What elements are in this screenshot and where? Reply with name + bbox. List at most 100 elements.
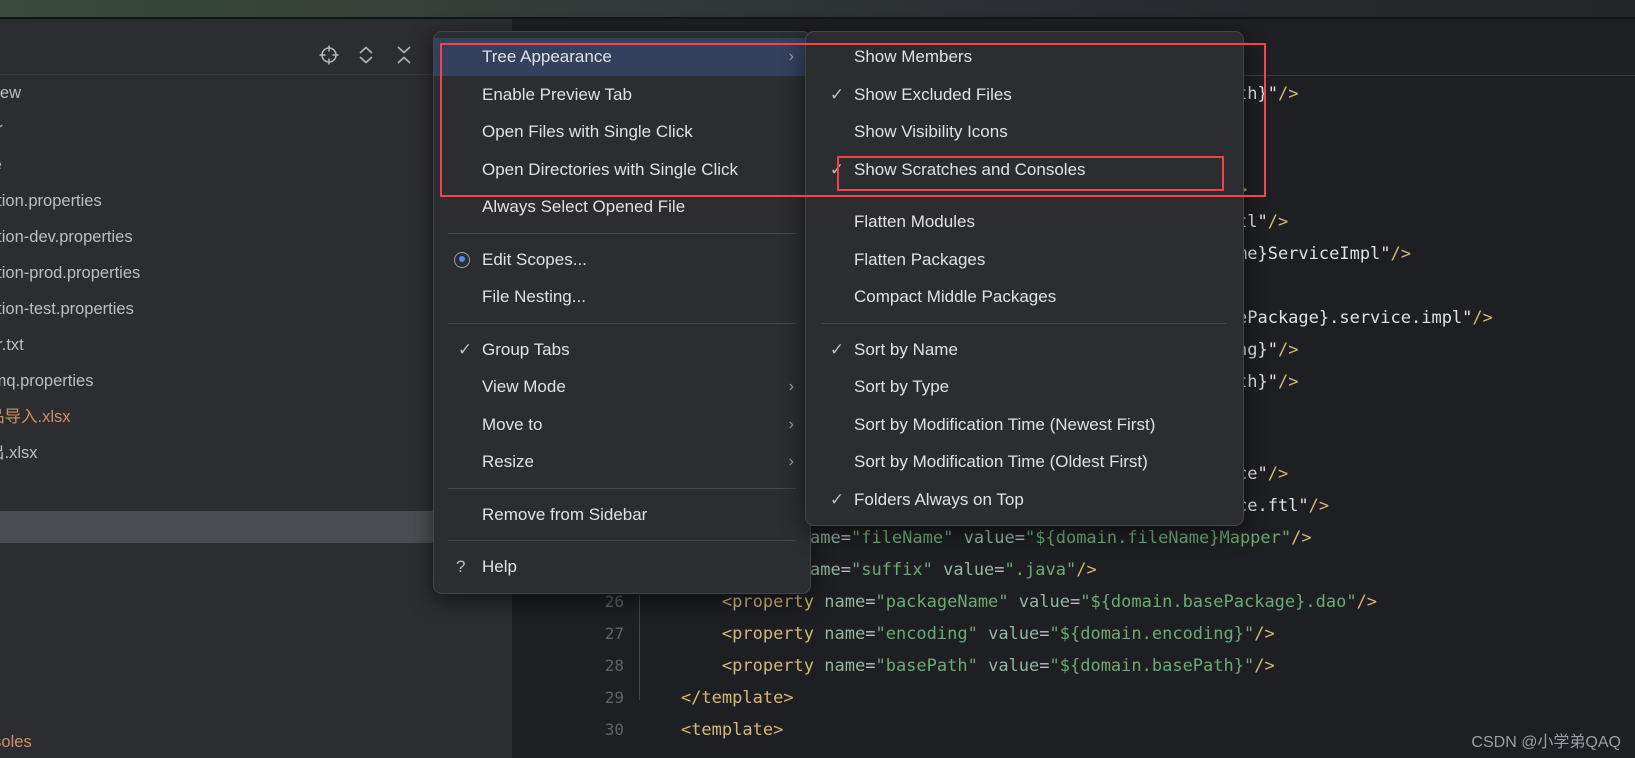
menu-item-label: Sort by Modification Time (Newest First)	[854, 414, 1156, 434]
menu-item-label: Show Scratches and Consoles	[854, 159, 1086, 179]
tree-item-label: ation.properties	[0, 192, 102, 210]
watermark-text: CSDN @小学弟QAQ	[1471, 734, 1621, 751]
line-number: 28	[604, 656, 624, 675]
menu-item-sort-by-mod-newest[interactable]: Sort by Modification Time (Newest First)	[806, 406, 1243, 444]
tree-item-label: 出.xlsx	[0, 444, 38, 462]
menu-item-flatten-packages[interactable]: Flatten Packages	[806, 241, 1243, 279]
code-line: </template>	[680, 688, 794, 708]
menu-item-label: Tree Appearance	[482, 47, 612, 66]
menu-separator	[448, 322, 796, 324]
menu-item-open-directories-single-click[interactable]: Open Directories with Single Click	[434, 151, 810, 189]
menu-item-tree-appearance[interactable]: Tree Appearance ›	[434, 38, 810, 76]
code-fragment: ce.ftl"/>	[1237, 496, 1330, 516]
menu-separator	[448, 487, 796, 489]
menu-item-edit-scopes[interactable]: Edit Scopes...	[434, 241, 810, 279]
menu-item-view-mode[interactable]: View Mode ›	[434, 368, 810, 406]
menu-separator	[448, 540, 796, 541]
menu-separator	[822, 195, 1227, 196]
menu-item-label: Show Members	[854, 47, 973, 66]
chevron-right-icon: ›	[788, 378, 794, 395]
check-icon: ✓	[457, 339, 473, 359]
menu-item-open-files-single-click[interactable]: Open Files with Single Click	[434, 113, 810, 151]
menu-item-label: Flatten Modules	[854, 212, 975, 231]
tree-appearance-submenu[interactable]: Show Members ✓ Show Excluded Files Show Vis…	[805, 31, 1244, 526]
menu-item-resize[interactable]: Resize ›	[434, 443, 810, 481]
scope-bullet-icon	[454, 251, 470, 268]
menu-item-label: Resize	[482, 452, 534, 471]
check-icon: ✓	[829, 84, 845, 104]
window-title-gradient-strip	[0, 0, 1635, 17]
line-number: 27	[604, 624, 624, 643]
code-line: <template>	[680, 720, 784, 740]
code-fragment: ame="suffix" value=".java"/>	[810, 560, 1097, 580]
menu-item-flatten-modules[interactable]: Flatten Modules	[806, 203, 1243, 241]
tree-item-label: ation-dev.properties	[0, 228, 133, 246]
menu-separator	[822, 322, 1227, 324]
menu-item-show-scratches-and-consoles[interactable]: ✓ Show Scratches and Consoles	[806, 151, 1243, 189]
menu-item-file-nesting[interactable]: File Nesting...	[434, 278, 810, 316]
check-icon: ✓	[829, 339, 845, 359]
chevron-right-icon: ›	[788, 453, 794, 470]
code-fragment: ame="fileName" value="${domain.fileName}…	[810, 528, 1312, 548]
menu-item-show-excluded-files[interactable]: ✓ Show Excluded Files	[806, 76, 1243, 114]
menu-item-folders-always-on-top[interactable]: ✓ Folders Always on Top	[806, 481, 1243, 519]
locate-file-icon[interactable]	[318, 44, 340, 66]
code-fragment: me}ServiceImpl"/>	[1237, 244, 1412, 264]
menu-item-label: Open Files with Single Click	[482, 122, 693, 141]
line-number: 29	[604, 688, 624, 707]
menu-item-label: Show Excluded Files	[854, 84, 1012, 104]
expand-all-icon[interactable]	[355, 44, 377, 66]
tree-item-label: 品导入.xlsx	[0, 408, 71, 426]
code-fragment: ePackage}.service.impl"/>	[1237, 308, 1493, 328]
menu-item-label: Folders Always on Top	[854, 489, 1024, 509]
menu-item-sort-by-mod-oldest[interactable]: Sort by Modification Time (Oldest First)	[806, 443, 1243, 481]
code-fragment: tl"/>	[1237, 212, 1289, 232]
menu-item-sort-by-name[interactable]: ✓ Sort by Name	[806, 331, 1243, 369]
question-mark-icon: ?	[456, 557, 466, 576]
menu-item-label: Edit Scopes...	[482, 249, 587, 269]
menu-item-label: Sort by Type	[854, 377, 950, 396]
menu-item-move-to[interactable]: Move to ›	[434, 406, 810, 444]
menu-item-help[interactable]: ? Help	[434, 548, 810, 586]
scratches-and-consoles-node[interactable]: nsoles	[0, 733, 32, 752]
menu-item-label: Show Visibility Icons	[854, 122, 1008, 141]
menu-item-always-select-opened-file[interactable]: Always Select Opened File	[434, 188, 810, 226]
menu-item-label: Sort by Modification Time (Oldest First)	[854, 452, 1148, 471]
menu-item-show-members[interactable]: Show Members	[806, 38, 1243, 76]
menu-item-label: Enable Preview Tab	[482, 84, 632, 104]
project-view-options-menu[interactable]: Tree Appearance › Enable Preview Tab Open F…	[433, 31, 811, 594]
menu-item-label: File Nesting...	[482, 287, 586, 306]
menu-item-label: Move to	[482, 414, 543, 434]
tree-item-label: ation-prod.properties	[0, 264, 141, 282]
chevron-right-icon: ›	[788, 415, 794, 433]
tree-item-label: tmq.properties	[0, 372, 94, 390]
menu-item-remove-from-sidebar[interactable]: Remove from Sidebar	[434, 496, 810, 534]
code-fragment: ce"/>	[1237, 464, 1289, 484]
code-fragment: th}"/>	[1237, 84, 1299, 104]
menu-item-label: View Mode	[482, 377, 566, 396]
code-line: <property name="encoding" value="${domai…	[721, 624, 1275, 644]
collapse-all-icon[interactable]	[393, 44, 415, 66]
check-icon: ✓	[829, 489, 845, 509]
menu-item-label: Sort by Name	[854, 339, 958, 359]
menu-item-label: Group Tabs	[482, 339, 570, 359]
menu-item-label: Remove from Sidebar	[482, 504, 648, 524]
menu-item-enable-preview-tab[interactable]: Enable Preview Tab	[434, 76, 810, 114]
menu-item-compact-middle-packages[interactable]: Compact Middle Packages	[806, 278, 1243, 316]
menu-item-sort-by-type[interactable]: Sort by Type	[806, 368, 1243, 406]
tree-item-label: te	[0, 147, 2, 183]
menu-separator	[448, 232, 796, 234]
tree-item-label: er.txt	[0, 336, 24, 354]
menu-item-show-visibility-icons[interactable]: Show Visibility Icons	[806, 113, 1243, 151]
menu-item-group-tabs[interactable]: ✓ Group Tabs	[434, 331, 810, 369]
menu-item-label: Flatten Packages	[854, 249, 986, 269]
code-fragment: ng}"/>	[1237, 340, 1299, 360]
tree-item-label: ation-test.properties	[0, 300, 134, 318]
code-fragment: th}"/>	[1237, 372, 1299, 392]
code-line: <property name="basePath" value="${domai…	[721, 656, 1275, 676]
tree-item-label: er	[0, 111, 3, 147]
menu-item-label: Always Select Opened File	[482, 197, 686, 216]
line-number: 30	[604, 720, 624, 739]
menu-item-label: Compact Middle Packages	[854, 287, 1057, 306]
chevron-right-icon: ›	[788, 48, 794, 65]
